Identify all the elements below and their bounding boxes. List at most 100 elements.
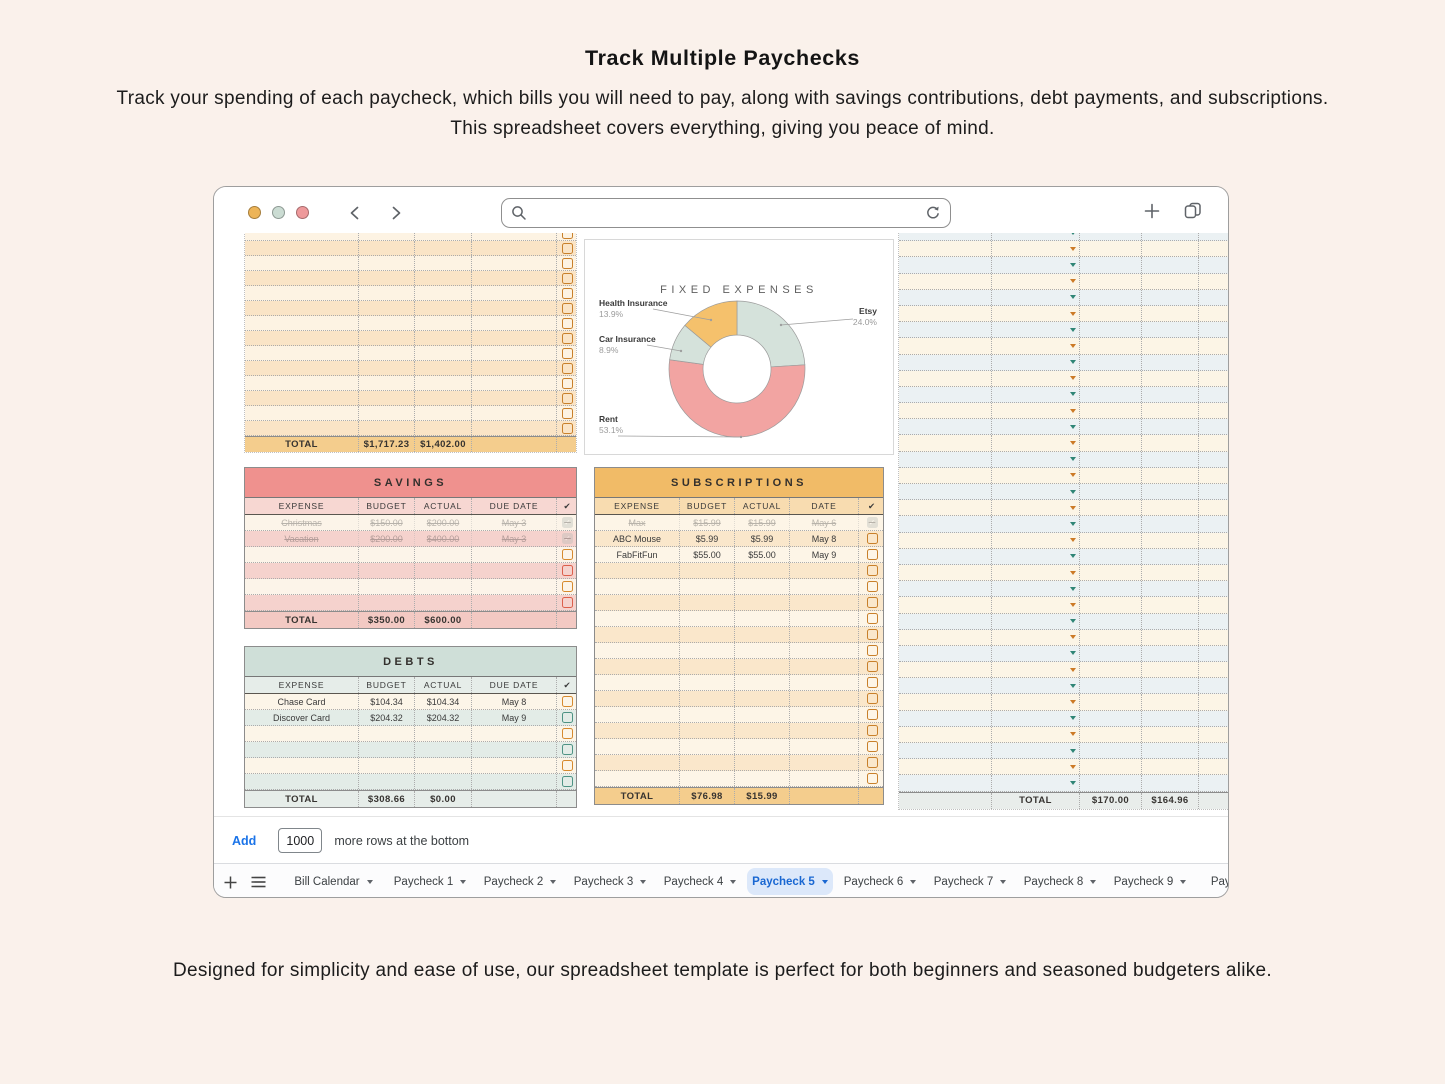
debts-cell[interactable] — [245, 742, 359, 757]
subscriptions-cell[interactable] — [680, 707, 735, 722]
checkbox[interactable] — [562, 728, 573, 739]
right-panel-row[interactable] — [899, 597, 1228, 613]
fixed-expenses-row[interactable] — [245, 233, 576, 241]
right-panel-cell[interactable] — [1199, 597, 1228, 612]
window-control-3-icon[interactable] — [296, 206, 309, 219]
savings-cell[interactable] — [245, 563, 359, 578]
sheet-tab-paycheck-9[interactable]: Paycheck 9 — [1105, 864, 1195, 898]
subscriptions-cell[interactable] — [680, 691, 735, 706]
right-panel-cell[interactable] — [1142, 355, 1199, 370]
subscriptions-cell[interactable] — [735, 739, 790, 754]
subscriptions-cell[interactable]: Max — [595, 515, 680, 530]
debts-cell[interactable]: May 9 — [472, 710, 557, 725]
right-panel-cell[interactable] — [1199, 306, 1228, 321]
fixed-expenses-cell[interactable] — [415, 233, 472, 240]
right-panel-row[interactable] — [899, 233, 1228, 241]
right-panel-cell[interactable] — [1199, 241, 1228, 256]
subscriptions-cell[interactable] — [859, 595, 885, 610]
right-panel-cell[interactable] — [1199, 322, 1228, 337]
checkbox[interactable] — [562, 333, 573, 344]
right-panel-cell[interactable] — [1199, 565, 1228, 580]
right-panel-cell[interactable] — [899, 322, 992, 337]
checkbox[interactable] — [562, 565, 573, 576]
subscriptions-cell[interactable] — [859, 563, 885, 578]
right-panel-row[interactable] — [899, 516, 1228, 532]
fixed-expenses-cell[interactable] — [415, 256, 472, 270]
debts-row[interactable] — [245, 742, 576, 758]
dropdown-arrow-icon[interactable] — [1070, 233, 1076, 235]
right-panel-cell[interactable] — [1142, 646, 1199, 661]
checkbox[interactable] — [562, 243, 573, 254]
back-icon[interactable] — [348, 205, 361, 221]
fixed-expenses-cell[interactable] — [245, 271, 359, 285]
fixed-expenses-cell[interactable] — [245, 376, 359, 390]
savings-cell[interactable]: May 3 — [472, 515, 557, 530]
right-panel-row[interactable] — [899, 614, 1228, 630]
dropdown-arrow-icon[interactable] — [1070, 749, 1076, 753]
right-panel-cell[interactable] — [1199, 233, 1228, 240]
right-panel-cell[interactable] — [1080, 743, 1142, 758]
dropdown-arrow-icon[interactable] — [1070, 619, 1076, 623]
fixed-expenses-cell[interactable] — [472, 346, 557, 360]
right-panel-cell[interactable] — [992, 338, 1080, 353]
checkbox[interactable] — [562, 549, 573, 560]
fixed-expenses-cell[interactable] — [359, 233, 415, 240]
right-panel-row[interactable] — [899, 581, 1228, 597]
checkbox[interactable] — [562, 712, 573, 723]
right-panel-cell[interactable] — [1080, 727, 1142, 742]
fixed-expenses-cell[interactable] — [245, 233, 359, 240]
tab-dropdown-icon[interactable] — [730, 880, 736, 884]
right-panel-cell[interactable] — [992, 597, 1080, 612]
subscriptions-row[interactable] — [595, 643, 883, 659]
checkbox[interactable] — [562, 744, 573, 755]
subscriptions-cell[interactable] — [859, 547, 885, 562]
right-panel-cell[interactable] — [1080, 711, 1142, 726]
dropdown-arrow-icon[interactable] — [1070, 522, 1076, 526]
right-panel-row[interactable] — [899, 387, 1228, 403]
subscriptions-cell[interactable] — [859, 755, 885, 770]
savings-cell[interactable] — [415, 579, 472, 594]
window-control-2-icon[interactable] — [272, 206, 285, 219]
right-panel-cell[interactable] — [992, 581, 1080, 596]
right-panel-row[interactable] — [899, 241, 1228, 257]
savings-row[interactable] — [245, 547, 576, 563]
right-panel-cell[interactable] — [1199, 662, 1228, 677]
subscriptions-cell[interactable] — [790, 627, 859, 642]
right-panel-cell[interactable] — [1142, 371, 1199, 386]
debts-cell[interactable]: $204.32 — [415, 710, 472, 725]
subscriptions-cell[interactable] — [735, 659, 790, 674]
debts-cell[interactable] — [415, 742, 472, 757]
right-panel-cell[interactable] — [1080, 662, 1142, 677]
subscriptions-cell[interactable] — [595, 707, 680, 722]
savings-cell[interactable] — [472, 595, 557, 610]
reload-icon[interactable] — [925, 205, 941, 221]
right-panel-cell[interactable] — [1199, 387, 1228, 402]
right-panel-cell[interactable] — [899, 233, 992, 240]
right-panel-cell[interactable] — [1142, 759, 1199, 774]
right-panel-row[interactable] — [899, 355, 1228, 371]
dropdown-arrow-icon[interactable] — [1070, 376, 1076, 380]
checkbox[interactable] — [562, 288, 573, 299]
right-panel-cell[interactable] — [992, 500, 1080, 515]
savings-cell[interactable]: $150.00 — [359, 515, 415, 530]
fixed-expenses-row[interactable] — [245, 256, 576, 271]
right-panel-row[interactable] — [899, 484, 1228, 500]
right-panel-cell[interactable] — [992, 322, 1080, 337]
subscriptions-cell[interactable] — [790, 563, 859, 578]
fixed-expenses-cell[interactable] — [472, 421, 557, 435]
savings-cell[interactable]: ✓ — [557, 515, 578, 530]
right-panel-cell[interactable] — [1142, 484, 1199, 499]
subscriptions-row[interactable] — [595, 563, 883, 579]
checkbox[interactable] — [867, 581, 878, 592]
right-panel-row[interactable] — [899, 371, 1228, 387]
checkbox[interactable] — [867, 741, 878, 752]
fixed-expenses-cell[interactable] — [359, 286, 415, 300]
right-panel-cell[interactable] — [1142, 565, 1199, 580]
savings-cell[interactable] — [472, 563, 557, 578]
checkbox[interactable]: ✓ — [562, 533, 573, 544]
right-panel-cell[interactable] — [992, 533, 1080, 548]
right-panel-cell[interactable] — [1080, 597, 1142, 612]
right-panel-cell[interactable] — [899, 419, 992, 434]
subscriptions-cell[interactable] — [680, 611, 735, 626]
right-panel-cell[interactable] — [1142, 322, 1199, 337]
